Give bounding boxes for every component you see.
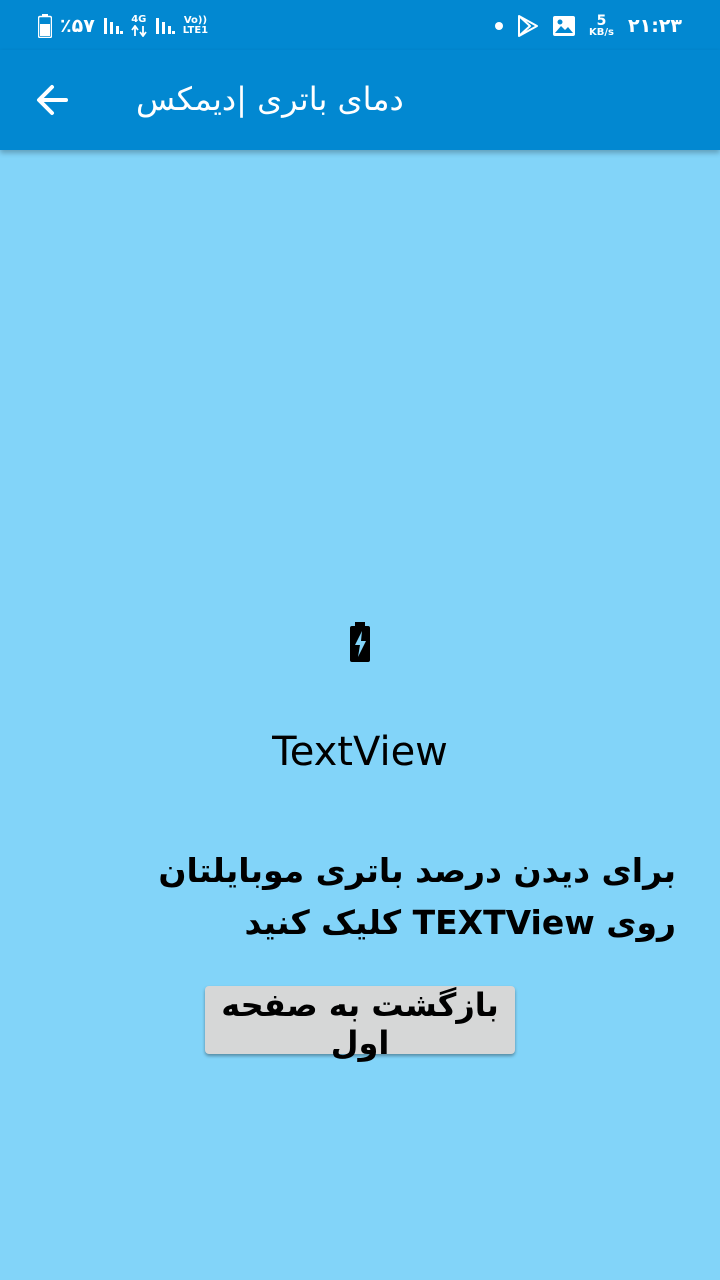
gallery-icon xyxy=(553,16,576,36)
lte-text: LTE1 xyxy=(182,25,209,36)
network-type-indicator: 4G xyxy=(131,15,147,37)
page-title: دمای باتری |دیمکس xyxy=(136,80,404,118)
app-bar: دمای باتری |دیمکس xyxy=(0,50,720,150)
back-to-home-button[interactable]: بازگشت به صفحه اول xyxy=(205,986,515,1062)
speed-value-text: 5 xyxy=(596,13,607,29)
battery-status-icon xyxy=(38,14,52,38)
status-right-group: 5 KB/s ۲۱:۲۳ xyxy=(495,12,682,40)
volte-indicator: Vo)) LTE1 xyxy=(183,16,208,36)
status-bar: ٪۵۷ 4G Vo)) LTE1 5 KB/s ۲۱:۲۳ xyxy=(0,0,720,50)
back-arrow-icon[interactable] xyxy=(32,80,72,120)
speed-unit-text: KB/s xyxy=(589,27,614,38)
battery-charging-icon xyxy=(350,622,370,662)
battery-textview[interactable]: TextView xyxy=(0,722,720,782)
signal-icon-2 xyxy=(155,18,175,34)
instruction-text: برای دیدن درصد باتری موبایلتان روی TEXTV… xyxy=(158,851,676,942)
status-left-group: ٪۵۷ 4G Vo)) LTE1 xyxy=(38,12,208,40)
notification-dot-icon xyxy=(495,22,504,30)
network-speed-indicator: 5 KB/s xyxy=(589,14,614,38)
signal-icon xyxy=(103,18,123,34)
clock-text: ۲۱:۲۳ xyxy=(628,14,682,37)
battery-percent-text: ٪۵۷ xyxy=(60,14,95,37)
network-type-text: 4G xyxy=(131,14,147,25)
play-store-icon xyxy=(518,15,539,37)
data-transfer-icon xyxy=(131,25,147,37)
